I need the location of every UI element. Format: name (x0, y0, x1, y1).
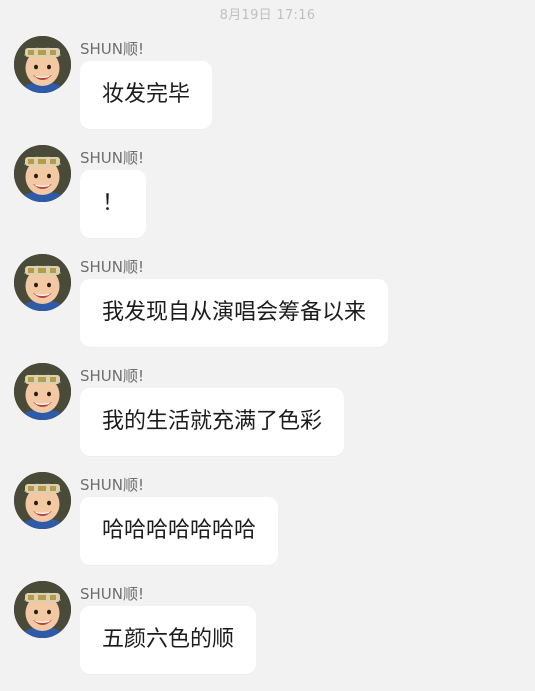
chat-message: SHUN顺! 哈哈哈哈哈哈哈 (0, 472, 535, 582)
sender-name[interactable]: SHUN顺! (80, 583, 144, 604)
chat-message: SHUN顺! 我的生活就充满了色彩 (0, 363, 535, 473)
message-bubble[interactable]: ！ (80, 170, 147, 238)
sender-avatar[interactable] (14, 581, 71, 638)
message-bubble[interactable]: 五颜六色的顺 (80, 606, 257, 674)
sender-name[interactable]: SHUN顺! (80, 365, 144, 386)
sender-name[interactable]: SHUN顺! (80, 147, 144, 168)
chat-message: SHUN顺! 我发现自从演唱会筹备以来 (0, 254, 535, 364)
sender-avatar[interactable] (14, 254, 71, 311)
sender-avatar[interactable] (14, 472, 71, 529)
message-bubble[interactable]: 妆发完毕 (80, 61, 213, 129)
avatar-image (14, 472, 71, 529)
avatar-image (14, 363, 71, 420)
message-bubble[interactable]: 哈哈哈哈哈哈哈 (80, 497, 279, 565)
avatar-image (14, 145, 71, 202)
sender-name[interactable]: SHUN顺! (80, 474, 144, 495)
sender-name[interactable]: SHUN顺! (80, 38, 144, 59)
chat-message: SHUN顺! 五颜六色的顺 (0, 581, 535, 691)
avatar-image (14, 581, 71, 638)
message-bubble[interactable]: 我发现自从演唱会筹备以来 (80, 279, 389, 347)
chat-message: SHUN顺! 妆发完毕 (0, 36, 535, 146)
avatar-image (14, 36, 71, 93)
sender-avatar[interactable] (14, 36, 71, 93)
sender-name[interactable]: SHUN顺! (80, 256, 144, 277)
sender-avatar[interactable] (14, 363, 71, 420)
sender-avatar[interactable] (14, 145, 71, 202)
avatar-image (14, 254, 71, 311)
chat-message: SHUN顺! ！ (0, 145, 535, 255)
message-bubble[interactable]: 我的生活就充满了色彩 (80, 388, 345, 456)
chat-timestamp: 8月19日 17:16 (219, 8, 316, 23)
